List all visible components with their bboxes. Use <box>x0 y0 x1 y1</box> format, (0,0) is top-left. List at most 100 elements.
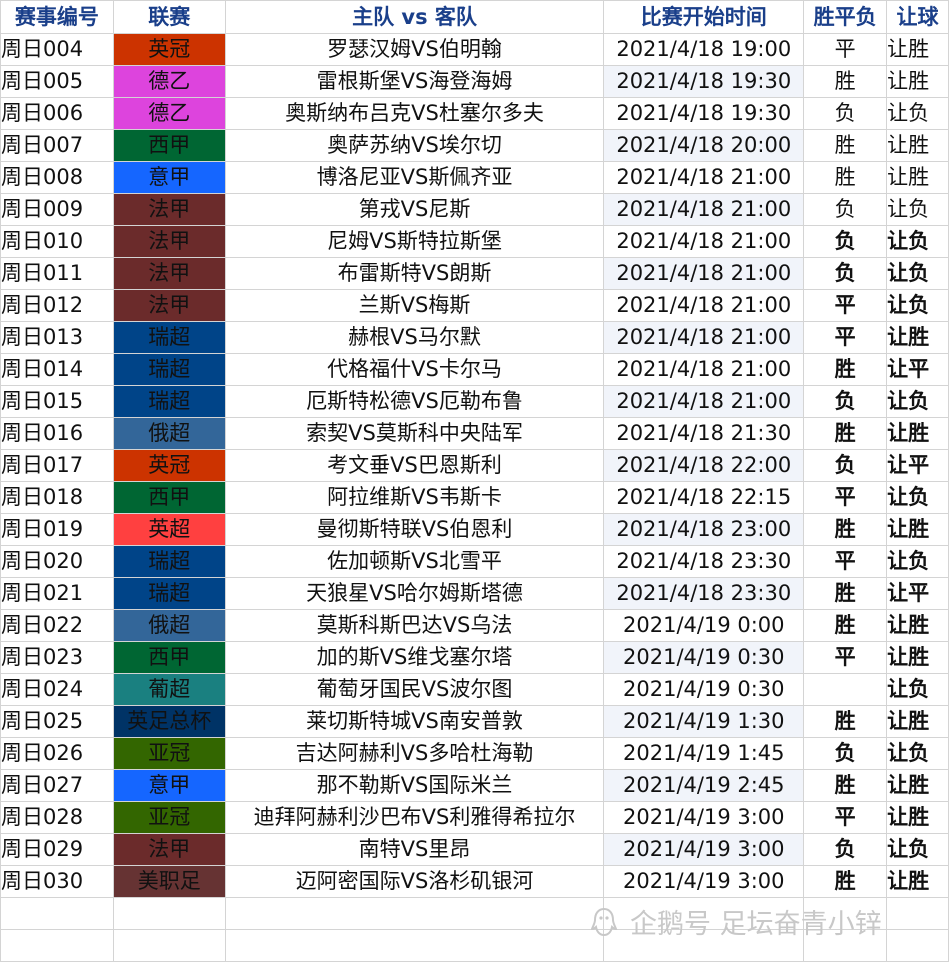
empty-cell[interactable] <box>224 897 605 930</box>
cell-league[interactable]: 英超 <box>112 513 226 546</box>
cell-start-time[interactable]: 2021/4/19 0:30 <box>603 673 805 706</box>
cell-league[interactable]: 瑞超 <box>112 577 226 610</box>
cell-result[interactable]: 平 <box>803 545 888 578</box>
cell-start-time[interactable]: 2021/4/18 23:30 <box>603 577 805 610</box>
cell-teams[interactable]: 葡萄牙国民VS波尔图 <box>224 673 605 706</box>
cell-league[interactable]: 葡超 <box>112 673 226 706</box>
cell-handicap[interactable]: 让胜 <box>886 705 949 738</box>
cell-league[interactable]: 西甲 <box>112 641 226 674</box>
table-row[interactable]: 周日018 西甲 阿拉维斯VS韦斯卡 2021/4/18 22:15 平让负 <box>0 481 949 514</box>
cell-match-id[interactable]: 周日007 <box>0 129 114 162</box>
table-row[interactable]: 周日025 英足总杯 莱切斯特城VS南安普敦 2021/4/19 1:30 胜让胜 <box>0 705 949 738</box>
cell-league[interactable]: 西甲 <box>112 481 226 514</box>
table-row[interactable]: 周日021 瑞超 天狼星VS哈尔姆斯塔德 2021/4/18 23:30 胜让平 <box>0 577 949 610</box>
cell-result[interactable]: 负 <box>803 737 888 770</box>
cell-handicap[interactable]: 让胜 <box>886 129 949 162</box>
cell-league[interactable]: 意甲 <box>112 769 226 802</box>
cell-result[interactable]: 负 <box>803 833 888 866</box>
cell-handicap[interactable]: 让负 <box>886 833 949 866</box>
table-row[interactable]: 周日026 亚冠 吉达阿赫利VS多哈杜海勒 2021/4/19 1:45 负让负 <box>0 737 949 770</box>
cell-start-time[interactable]: 2021/4/18 21:30 <box>603 417 805 450</box>
cell-result[interactable]: 负 <box>803 97 888 130</box>
cell-handicap[interactable]: 让负 <box>886 225 949 258</box>
cell-teams[interactable]: 加的斯VS维戈塞尔塔 <box>224 641 605 674</box>
cell-start-time[interactable]: 2021/4/19 3:00 <box>603 801 805 834</box>
cell-start-time[interactable]: 2021/4/18 23:30 <box>603 545 805 578</box>
cell-result[interactable]: 胜 <box>803 577 888 610</box>
cell-result[interactable]: 胜 <box>803 353 888 386</box>
cell-teams[interactable]: 天狼星VS哈尔姆斯塔德 <box>224 577 605 610</box>
cell-teams[interactable]: 莫斯科斯巴达VS乌法 <box>224 609 605 642</box>
cell-start-time[interactable]: 2021/4/18 21:00 <box>603 193 805 226</box>
cell-handicap[interactable]: 让负 <box>886 673 949 706</box>
cell-start-time[interactable]: 2021/4/18 19:30 <box>603 97 805 130</box>
cell-league[interactable]: 瑞超 <box>112 545 226 578</box>
cell-handicap[interactable]: 让负 <box>886 289 949 322</box>
cell-handicap[interactable]: 让平 <box>886 353 949 386</box>
cell-match-id[interactable]: 周日015 <box>0 385 114 418</box>
cell-handicap[interactable]: 让胜 <box>886 865 949 898</box>
cell-match-id[interactable]: 周日028 <box>0 801 114 834</box>
cell-teams[interactable]: 第戎VS尼斯 <box>224 193 605 226</box>
cell-start-time[interactable]: 2021/4/18 22:00 <box>603 449 805 482</box>
cell-match-id[interactable]: 周日021 <box>0 577 114 610</box>
cell-handicap[interactable]: 让负 <box>886 385 949 418</box>
cell-result[interactable]: 平 <box>803 33 888 66</box>
cell-start-time[interactable]: 2021/4/19 1:45 <box>603 737 805 770</box>
cell-start-time[interactable]: 2021/4/18 21:00 <box>603 161 805 194</box>
cell-handicap[interactable]: 让胜 <box>886 321 949 354</box>
table-row[interactable]: 周日008 意甲 博洛尼亚VS斯佩齐亚 2021/4/18 21:00 胜让胜 <box>0 161 949 194</box>
cell-result[interactable]: 胜 <box>803 609 888 642</box>
cell-handicap[interactable]: 让胜 <box>886 65 949 98</box>
cell-result[interactable]: 胜 <box>803 769 888 802</box>
cell-result[interactable]: 胜 <box>803 705 888 738</box>
cell-handicap[interactable]: 让平 <box>886 449 949 482</box>
header-handicap[interactable]: 让球 <box>886 0 949 34</box>
cell-league[interactable]: 亚冠 <box>112 737 226 770</box>
cell-league[interactable]: 法甲 <box>112 257 226 290</box>
header-match-id[interactable]: 赛事编号 <box>0 0 114 34</box>
cell-match-id[interactable]: 周日030 <box>0 865 114 898</box>
cell-match-id[interactable]: 周日011 <box>0 257 114 290</box>
table-row[interactable]: 周日010 法甲 尼姆VS斯特拉斯堡 2021/4/18 21:00 负让负 <box>0 225 949 258</box>
cell-teams[interactable]: 罗瑟汉姆VS伯明翰 <box>224 33 605 66</box>
cell-match-id[interactable]: 周日004 <box>0 33 114 66</box>
cell-handicap[interactable]: 让胜 <box>886 609 949 642</box>
table-row[interactable]: 周日017 英冠 考文垂VS巴恩斯利 2021/4/18 22:00 负让平 <box>0 449 949 482</box>
cell-match-id[interactable]: 周日022 <box>0 609 114 642</box>
table-row[interactable]: 周日016 俄超 索契VS莫斯科中央陆军 2021/4/18 21:30 胜让胜 <box>0 417 949 450</box>
cell-start-time[interactable]: 2021/4/18 21:00 <box>603 289 805 322</box>
cell-teams[interactable]: 曼彻斯特联VS伯恩利 <box>224 513 605 546</box>
cell-start-time[interactable]: 2021/4/19 2:45 <box>603 769 805 802</box>
cell-result[interactable]: 平 <box>803 321 888 354</box>
cell-league[interactable]: 瑞超 <box>112 385 226 418</box>
cell-teams[interactable]: 布雷斯特VS朗斯 <box>224 257 605 290</box>
empty-cell[interactable] <box>886 897 949 930</box>
cell-handicap[interactable]: 让胜 <box>886 769 949 802</box>
cell-result[interactable]: 胜 <box>803 129 888 162</box>
cell-league[interactable]: 英冠 <box>112 449 226 482</box>
cell-teams[interactable]: 博洛尼亚VS斯佩齐亚 <box>224 161 605 194</box>
cell-teams[interactable]: 厄斯特松德VS厄勒布鲁 <box>224 385 605 418</box>
cell-start-time[interactable]: 2021/4/18 19:30 <box>603 65 805 98</box>
cell-teams[interactable]: 那不勒斯VS国际米兰 <box>224 769 605 802</box>
cell-result[interactable]: 平 <box>803 289 888 322</box>
table-row[interactable]: 周日014 瑞超 代格福什VS卡尔马 2021/4/18 21:00 胜让平 <box>0 353 949 386</box>
cell-result[interactable]: 负 <box>803 257 888 290</box>
cell-league[interactable]: 英冠 <box>112 33 226 66</box>
cell-match-id[interactable]: 周日026 <box>0 737 114 770</box>
table-row[interactable]: 周日020 瑞超 佐加顿斯VS北雪平 2021/4/18 23:30 平让负 <box>0 545 949 578</box>
cell-teams[interactable]: 考文垂VS巴恩斯利 <box>224 449 605 482</box>
cell-start-time[interactable]: 2021/4/18 23:00 <box>603 513 805 546</box>
cell-match-id[interactable]: 周日005 <box>0 65 114 98</box>
cell-league[interactable]: 英足总杯 <box>112 705 226 738</box>
table-row[interactable]: 周日012 法甲 兰斯VS梅斯 2021/4/18 21:00 平让负 <box>0 289 949 322</box>
cell-start-time[interactable]: 2021/4/18 19:00 <box>603 33 805 66</box>
cell-teams[interactable]: 阿拉维斯VS韦斯卡 <box>224 481 605 514</box>
cell-match-id[interactable]: 周日016 <box>0 417 114 450</box>
cell-league[interactable]: 德乙 <box>112 97 226 130</box>
cell-result[interactable]: 胜 <box>803 417 888 450</box>
header-league[interactable]: 联赛 <box>112 0 226 34</box>
cell-match-id[interactable]: 周日014 <box>0 353 114 386</box>
cell-result[interactable]: 胜 <box>803 865 888 898</box>
